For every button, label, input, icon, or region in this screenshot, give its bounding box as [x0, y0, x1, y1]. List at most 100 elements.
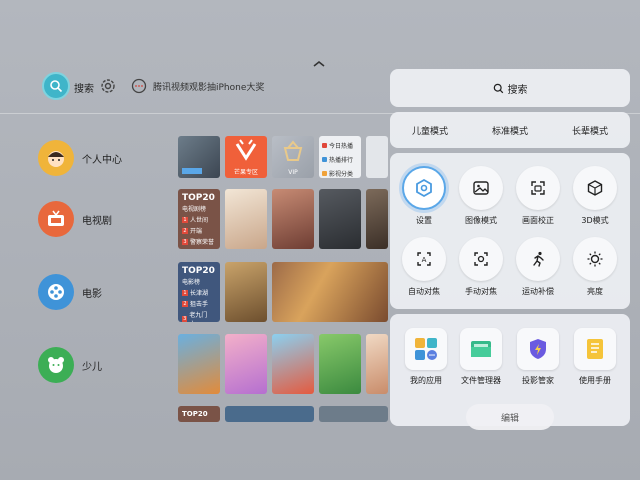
manual-icon [587, 339, 603, 359]
quick-settings[interactable]: 设置 [394, 166, 454, 226]
tile-badge [182, 168, 202, 174]
nav-label: 个人中心 [82, 154, 122, 166]
quick-label: 3D模式 [581, 216, 609, 225]
mode-elder[interactable]: 长辈模式 [572, 124, 608, 137]
top-search-label[interactable]: 搜索 [74, 80, 94, 95]
top-search-button[interactable] [42, 72, 70, 100]
top20-title: TOP20 [182, 193, 215, 203]
chevron-up-icon[interactable] [311, 58, 327, 70]
list-item: 影视分类 [322, 169, 358, 178]
tv-icon [38, 201, 74, 237]
quick-motion-compensation[interactable]: 运动补偿 [508, 237, 568, 297]
top20-subtitle: 电影榜 [182, 279, 201, 286]
nav-label: 电影 [82, 288, 102, 300]
app-projector-manager[interactable]: 投影管家 [508, 328, 568, 386]
top20-row: 1 人世间 [182, 216, 209, 224]
top20-row: 3老九门之... [182, 312, 208, 322]
nav-label: 少儿 [82, 361, 102, 373]
search-icon [50, 80, 63, 93]
app-file-manager[interactable]: 文件管理器 [451, 328, 511, 386]
quick-label: 画面校正 [522, 216, 554, 225]
video-tile[interactable] [366, 136, 388, 178]
mango-zone-tile[interactable]: 芒果专区 [225, 136, 267, 178]
quick-label: 图像模式 [465, 216, 497, 225]
top20-row: 2 开端 [182, 227, 203, 235]
nav-item-movie[interactable]: 电影 [38, 274, 102, 310]
app-label: 投影管家 [522, 376, 554, 385]
top20-tile[interactable]: TOP20 [178, 406, 220, 422]
poster-tile[interactable] [225, 262, 267, 322]
quick-image-mode[interactable]: 图像模式 [451, 166, 511, 226]
poster-tile[interactable] [272, 262, 388, 322]
mode-kids[interactable]: 儿童模式 [412, 124, 448, 137]
image-icon [473, 181, 489, 195]
top20-subtitle: 电视剧榜 [182, 206, 207, 213]
poster-tile[interactable] [366, 189, 388, 249]
quick-brightness[interactable]: 亮度 [565, 237, 625, 297]
search-icon [493, 83, 503, 93]
folder-icon [471, 341, 491, 357]
vip-label: VIP [288, 169, 298, 176]
top20-movie-tile[interactable]: TOP20 电影榜 1长津湖 2狙击手 3老九门之... [178, 262, 220, 322]
kids-bear-icon [38, 347, 74, 383]
panel-search-label: 搜索 [507, 84, 528, 96]
poster-tile[interactable] [366, 334, 388, 394]
app-my-apps[interactable]: 我的应用 [396, 328, 456, 386]
quick-label: 运动补偿 [522, 287, 554, 296]
film-reel-icon [38, 274, 74, 310]
mango-zone-label: 芒果专区 [233, 169, 258, 176]
hexagon-settings-icon [416, 178, 432, 198]
category-list-tile[interactable]: 今日热播 热播排行 影视分类 [319, 136, 361, 178]
mode-standard[interactable]: 标准模式 [492, 124, 528, 137]
top20-row: 2 狙击手 [182, 300, 209, 308]
apps-grid-icon [415, 338, 437, 360]
mode-selector: 儿童模式 标准模式 长辈模式 [390, 112, 630, 148]
quick-label: 设置 [416, 216, 432, 225]
profile-avatar-icon [38, 140, 74, 176]
top20-row: 3 警察荣誉 [182, 238, 215, 246]
nav-item-kids[interactable]: 少儿 [38, 347, 102, 383]
auto-focus-icon: A [417, 252, 431, 266]
mango-logo-icon [235, 139, 257, 161]
manual-focus-icon [474, 252, 488, 266]
nav-item-profile[interactable]: 个人中心 [38, 140, 122, 176]
panel-search-button[interactable]: 搜索 [390, 69, 630, 107]
promo-text[interactable]: 腾讯视频观影抽iPhone大奖 [153, 80, 264, 93]
app-user-manual[interactable]: 使用手册 [565, 328, 625, 386]
quick-settings-grid: 设置 图像模式 画面校正 3D模式 A 自动对焦 手动对焦 运动补偿 亮度 [390, 153, 630, 309]
message-icon[interactable] [131, 78, 147, 94]
vip-tile[interactable]: VIP [272, 136, 314, 178]
app-label: 使用手册 [579, 376, 611, 385]
sun-icon [587, 251, 603, 267]
nav-item-tv[interactable]: 电视剧 [38, 201, 112, 237]
edit-pill-button[interactable]: 编辑 [466, 404, 554, 430]
gear-icon[interactable] [99, 77, 117, 95]
app-label: 我的应用 [410, 376, 442, 385]
shield-icon [530, 339, 546, 359]
app-label: 文件管理器 [461, 376, 501, 385]
svg-text:A: A [422, 256, 427, 264]
poster-tile[interactable] [272, 334, 314, 394]
nav-label: 电视剧 [82, 215, 112, 227]
quick-3d-mode[interactable]: 3D模式 [565, 166, 625, 226]
poster-tile[interactable] [272, 189, 314, 249]
running-icon [533, 251, 544, 267]
top20-tv-tile[interactable]: TOP20 电视剧榜 1 人世间 2 开端 3 警察荣誉 [178, 189, 220, 249]
poster-tile[interactable] [225, 334, 267, 394]
list-item: 热播排行 [322, 155, 358, 164]
screen-correct-icon [531, 181, 545, 195]
list-item: 今日热播 [322, 141, 358, 150]
quick-screen-correction[interactable]: 画面校正 [508, 166, 568, 226]
quick-manual-focus[interactable]: 手动对焦 [451, 237, 511, 297]
poster-tile[interactable] [319, 189, 361, 249]
quick-label: 自动对焦 [408, 287, 440, 296]
video-tile[interactable] [178, 136, 220, 178]
poster-tile[interactable] [319, 334, 361, 394]
poster-tile[interactable] [178, 334, 220, 394]
poster-tile[interactable] [225, 406, 314, 422]
poster-tile[interactable] [319, 406, 388, 422]
poster-tile[interactable] [225, 189, 267, 249]
quick-auto-focus[interactable]: A 自动对焦 [394, 237, 454, 297]
quick-label: 手动对焦 [465, 287, 497, 296]
cube-icon [587, 180, 603, 196]
